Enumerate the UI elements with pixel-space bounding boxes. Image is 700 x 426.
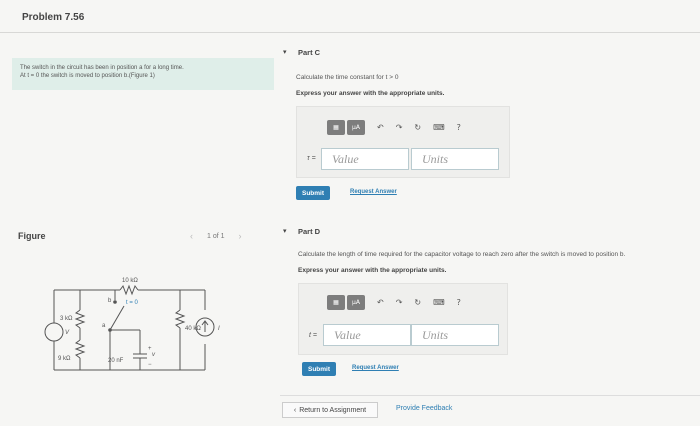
label-r-bottom: 9 kΩ (58, 356, 71, 362)
figure-page-count: 1 of 1 (207, 232, 225, 240)
part-c-request-answer-link[interactable]: Request Answer (350, 189, 397, 195)
divider (0, 32, 700, 33)
chevron-left-icon: ‹ (293, 406, 297, 414)
label-node-a: a (102, 323, 106, 329)
label-cap-voltage: v (152, 352, 156, 358)
part-c-variable-label: τ = (307, 155, 316, 162)
label-plus: + (148, 346, 152, 352)
page: Problem 7.56 The switch in the circuit h… (0, 0, 700, 426)
part-d-submit-button[interactable]: Submit (302, 362, 336, 376)
part-c-instruction: Express your answer with the appropriate… (296, 90, 445, 97)
part-d-title[interactable]: Part D (298, 227, 320, 236)
part-c-value-input[interactable]: Value (321, 148, 409, 170)
problem-statement: The switch in the circuit has been in po… (12, 58, 274, 90)
return-label: Return to Assignment (299, 406, 367, 414)
part-d-instruction: Express your answer with the appropriate… (298, 267, 447, 274)
label-switch-time: t = 0 (126, 300, 139, 306)
label-r-top: 10 kΩ (122, 278, 138, 284)
problem-line-1: The switch in the circuit has been in po… (20, 65, 184, 71)
undo-icon[interactable]: ↶ (377, 123, 384, 132)
redo-icon[interactable]: ↷ (396, 123, 403, 132)
part-c-answer-box: ▦ μA ↶ ↷ ↻ ⌨ ? τ = Value Units (296, 106, 510, 178)
voltage-source-icon (44, 322, 64, 342)
label-r-right: 40 kΩ (185, 326, 201, 332)
part-d-toolbar: ▦ μA ↶ ↷ ↻ ⌨ ? (327, 295, 461, 310)
undo-icon[interactable]: ↶ (377, 298, 384, 307)
label-r-left: 3 kΩ (60, 316, 73, 322)
part-d-request-answer-link[interactable]: Request Answer (352, 365, 399, 371)
figure-pager: ‹ 1 of 1 › (190, 231, 242, 241)
problem-title: Problem 7.56 (22, 12, 85, 23)
part-d-value-input[interactable]: Value (323, 324, 411, 346)
keyboard-icon[interactable]: ⌨ (433, 123, 445, 132)
part-d-question: Calculate the length of time required fo… (298, 251, 626, 258)
label-node-b: b (108, 298, 112, 304)
units-button[interactable]: μA (347, 295, 365, 310)
label-source-v: V (65, 330, 70, 336)
figure-label: Figure (18, 231, 46, 241)
circuit-figure: 10 kΩ 3 kΩ 9 kΩ 40 kΩ 20 nF V I a b t = … (44, 278, 220, 371)
help-icon[interactable]: ? (457, 123, 461, 132)
redo-icon[interactable]: ↷ (396, 298, 403, 307)
chevron-left-icon[interactable]: ‹ (190, 231, 193, 241)
part-d-answer-box: ▦ μA ↶ ↷ ↻ ⌨ ? t = Value Units (298, 283, 508, 355)
label-minus: − (148, 362, 152, 368)
part-c-title[interactable]: Part C (298, 48, 320, 57)
part-d-variable-label: t = (309, 332, 317, 339)
problem-line-2: At t = 0 the switch is moved to position… (20, 73, 155, 79)
part-c-units-input[interactable]: Units (411, 148, 499, 170)
chevron-right-icon[interactable]: › (239, 231, 242, 241)
return-to-assignment-button[interactable]: ‹ Return to Assignment (282, 402, 378, 418)
reset-icon[interactable]: ↻ (414, 298, 421, 307)
part-c-submit-button[interactable]: Submit (296, 186, 330, 200)
part-c-question: Calculate the time constant for t > 0 (296, 74, 399, 81)
footer-divider (280, 395, 700, 396)
templates-button[interactable]: ▦ (327, 295, 345, 310)
provide-feedback-link[interactable]: Provide Feedback (396, 405, 452, 412)
chevron-down-icon[interactable]: ▾ (283, 227, 287, 235)
chevron-down-icon[interactable]: ▾ (283, 48, 287, 56)
part-d-units-input[interactable]: Units (411, 324, 499, 346)
reset-icon[interactable]: ↻ (414, 123, 421, 132)
templates-button[interactable]: ▦ (327, 120, 345, 135)
label-capacitor: 20 nF (108, 358, 124, 364)
keyboard-icon[interactable]: ⌨ (433, 298, 445, 307)
units-button[interactable]: μA (347, 120, 365, 135)
label-source-i: I (218, 326, 220, 332)
part-c-toolbar: ▦ μA ↶ ↷ ↻ ⌨ ? (327, 120, 461, 135)
help-icon[interactable]: ? (457, 298, 461, 307)
